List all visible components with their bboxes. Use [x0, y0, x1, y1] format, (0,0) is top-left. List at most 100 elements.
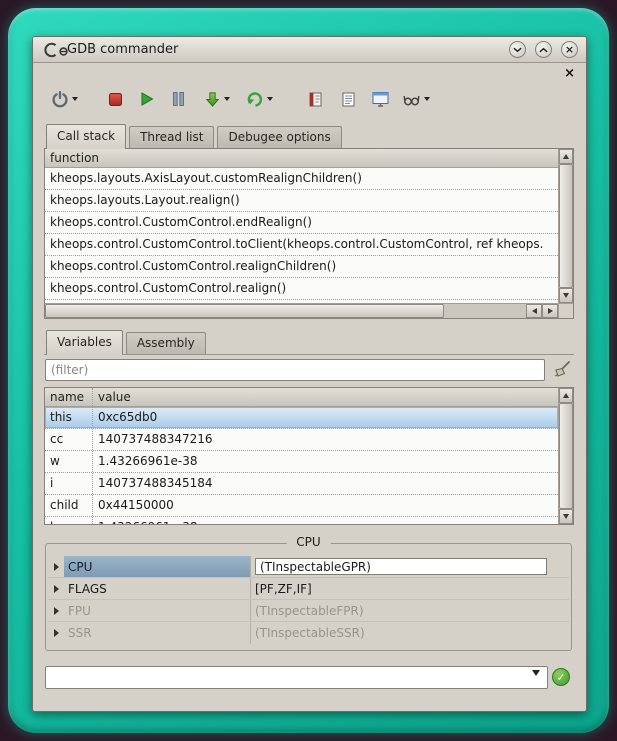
scroll-up-button[interactable]	[559, 149, 573, 164]
variable-name: w	[45, 451, 93, 472]
listing-icon	[340, 91, 357, 108]
scrollbar-corner	[558, 303, 573, 318]
variable-value: 1.43266961e-38	[93, 451, 203, 472]
column-header-function[interactable]: function	[45, 149, 104, 167]
dock-close-button[interactable]: ×	[564, 67, 575, 80]
variable-value: 140737488347216	[93, 429, 218, 450]
maximize-button[interactable]	[535, 41, 552, 58]
scroll-down-button[interactable]	[559, 288, 573, 303]
variable-name: cc	[45, 429, 93, 450]
column-header-name[interactable]: name	[45, 388, 93, 406]
decorative-frame: GDB commander × ×	[8, 8, 609, 733]
variable-row[interactable]: cc 140737488347216	[45, 429, 558, 451]
arrow-left-icon	[532, 308, 537, 314]
variable-value: 0x44150000	[93, 495, 179, 516]
scroll-thumb[interactable]	[45, 304, 444, 318]
scroll-thumb[interactable]	[559, 403, 573, 509]
variable-name: child	[45, 495, 93, 516]
register-group-name: FLAGS	[64, 578, 250, 599]
close-icon: ×	[565, 44, 574, 55]
cpu-groupbox: CPU CPU (TInspectableGPR) FLAGS [PF,ZF,I…	[45, 543, 572, 651]
cpu-row[interactable]: CPU (TInspectableGPR)	[48, 556, 569, 578]
expand-button[interactable]	[48, 607, 64, 615]
cpu-row[interactable]: SSR (TInspectableSSR)	[48, 622, 569, 644]
variable-row[interactable]: i 140737488345184	[45, 473, 558, 495]
tab-call-stack[interactable]: Call stack	[46, 124, 126, 149]
callstack-rows: kheops.layouts.AxisLayout.customRealignC…	[45, 168, 558, 303]
callstack-row[interactable]: kheops.control.CustomControl.realignChil…	[45, 256, 558, 278]
scroll-right-button[interactable]	[542, 304, 558, 318]
step-into-icon	[204, 91, 221, 108]
horizontal-scrollbar[interactable]	[45, 303, 558, 318]
variable-name: b	[45, 517, 93, 524]
stop-icon	[108, 92, 123, 107]
tab-thread-list[interactable]: Thread list	[129, 126, 214, 148]
frame-label: kheops.control.CustomControl.realign()	[45, 278, 291, 299]
clear-filter-icon[interactable]	[550, 360, 572, 380]
cpu-rows: CPU (TInspectableGPR) FLAGS [PF,ZF,IF] F…	[48, 556, 569, 644]
scroll-up-button[interactable]	[559, 388, 573, 403]
column-header-value[interactable]: value	[93, 388, 136, 406]
tab-variables[interactable]: Variables	[46, 330, 123, 355]
minimize-button[interactable]	[509, 41, 526, 58]
log-button[interactable]	[305, 89, 326, 110]
titlebar[interactable]: GDB commander ×	[33, 37, 586, 63]
listing-button[interactable]	[338, 89, 359, 110]
tab-assembly[interactable]: Assembly	[126, 332, 206, 354]
scroll-down-button[interactable]	[559, 509, 573, 524]
pause-button[interactable]	[169, 89, 188, 109]
frame-label: kheops.layouts.Layout.realign()	[45, 190, 245, 211]
callstack-row[interactable]: kheops.layouts.AxisLayout.customRealignC…	[45, 168, 558, 190]
close-button[interactable]: ×	[561, 41, 578, 58]
continue-button[interactable]	[244, 89, 275, 110]
callstack-row[interactable]: kheops.control.CustomControl.toClient(kh…	[45, 234, 558, 256]
callstack-row[interactable]: kheops.layouts.Layout.realign()	[45, 190, 558, 212]
register-group-name: CPU	[64, 556, 250, 577]
chevron-down-icon	[267, 97, 273, 101]
expand-button[interactable]	[48, 629, 64, 637]
run-button[interactable]	[137, 89, 157, 109]
register-group-value: (TInspectableFPR)	[250, 600, 569, 621]
execute-command-button[interactable]: ✓	[552, 668, 570, 686]
stop-button[interactable]	[106, 90, 125, 109]
vertical-scrollbar[interactable]	[558, 149, 573, 303]
command-combobox[interactable]	[45, 666, 548, 689]
step-into-button[interactable]	[202, 89, 232, 110]
vertical-scrollbar[interactable]	[558, 388, 573, 524]
gdb-commander-window: GDB commander × ×	[32, 36, 587, 712]
register-value-field[interactable]: (TInspectableGPR)	[255, 558, 547, 575]
variable-value: 0xc65db0	[93, 407, 162, 428]
arrow-right-icon	[548, 308, 553, 314]
callstack-row[interactable]: kheops.control.CustomControl.realign()	[45, 278, 558, 300]
callstack-tabbar: Call stack Thread list Debugee options	[44, 123, 574, 148]
filter-input[interactable]	[45, 359, 545, 381]
chevron-down-icon	[513, 47, 522, 53]
scroll-left-button[interactable]	[526, 304, 542, 318]
check-icon: ✓	[556, 672, 565, 683]
expand-button[interactable]	[48, 585, 64, 593]
power-button[interactable]	[49, 88, 80, 110]
power-icon	[51, 90, 69, 108]
log-icon	[307, 91, 324, 108]
frame-label: kheops.layouts.AxisLayout.customRealignC…	[45, 168, 367, 189]
variable-row[interactable]: b 1.43266961e-38	[45, 517, 558, 524]
chevron-right-icon	[54, 585, 59, 593]
callstack-header: function	[45, 149, 558, 168]
tab-debugee-options[interactable]: Debugee options	[217, 126, 341, 148]
expand-button[interactable]	[48, 563, 64, 571]
callstack-panel: function kheops.layouts.AxisLayout.custo…	[44, 148, 574, 319]
inspect-button[interactable]	[400, 89, 432, 110]
callstack-row[interactable]: kheops.control.CustomControl.endRealign(…	[45, 212, 558, 234]
variable-row[interactable]: this 0xc65db0	[45, 407, 558, 429]
variable-name: this	[45, 407, 93, 428]
arrow-up-icon	[563, 393, 569, 398]
display-button[interactable]	[369, 88, 392, 110]
scroll-thumb[interactable]	[559, 164, 573, 288]
debug-toolbar	[49, 81, 432, 117]
pause-icon	[171, 91, 186, 107]
variable-row[interactable]: w 1.43266961e-38	[45, 451, 558, 473]
variable-row[interactable]: child 0x44150000	[45, 495, 558, 517]
cpu-row[interactable]: FPU (TInspectableFPR)	[48, 600, 569, 622]
scroll-track[interactable]	[45, 304, 526, 318]
cpu-row[interactable]: FLAGS [PF,ZF,IF]	[48, 578, 569, 600]
